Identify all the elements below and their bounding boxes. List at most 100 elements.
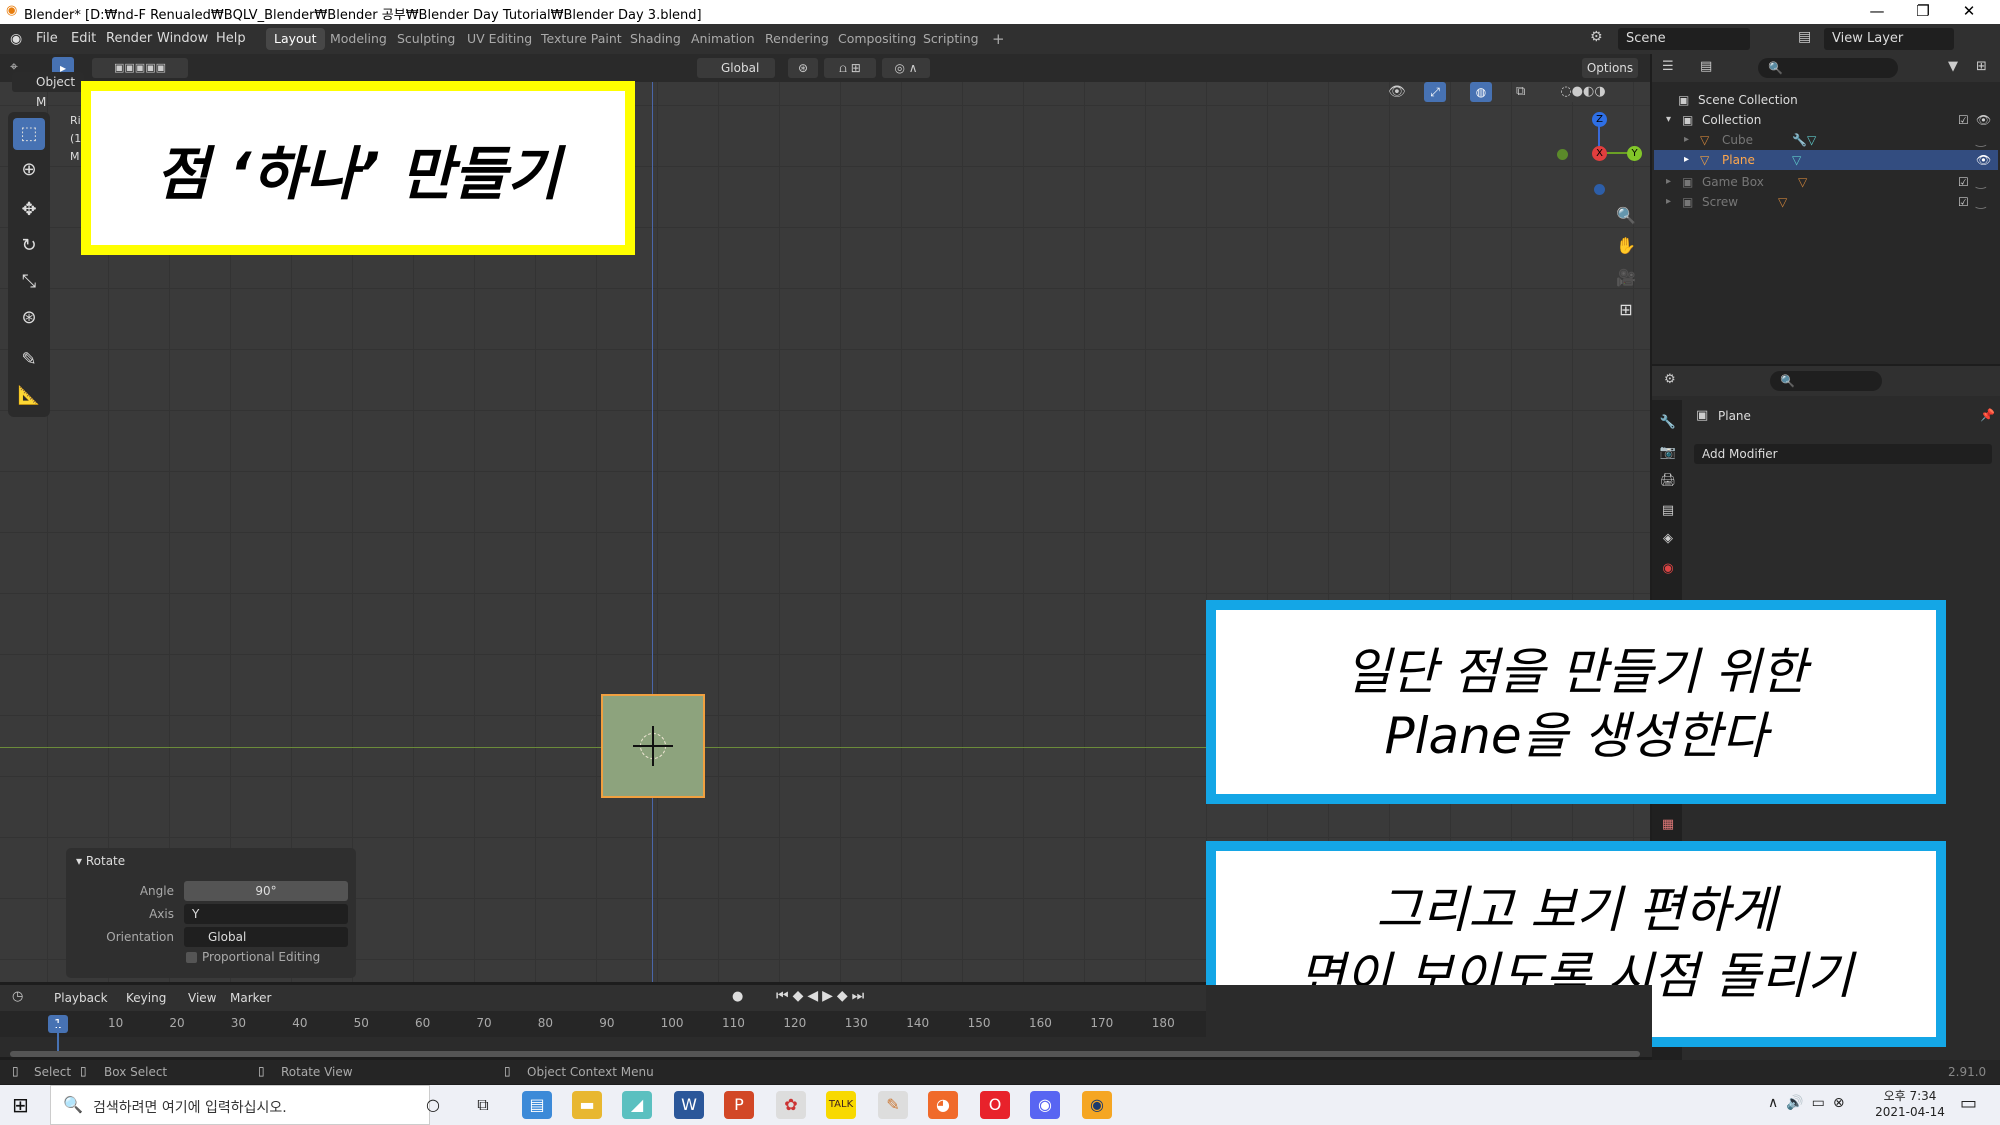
tab-rendering[interactable]: Rendering: [757, 28, 837, 50]
cortana-icon[interactable]: ○: [418, 1091, 448, 1119]
expand-arrow-icon[interactable]: ▸: [1684, 150, 1689, 170]
scene-tab-icon[interactable]: ◈: [1657, 528, 1679, 550]
paint-3d-icon[interactable]: ✎: [878, 1091, 908, 1119]
render-tab-icon[interactable]: 📷: [1657, 442, 1679, 464]
shading-mode-icons[interactable]: ◌●◐◑: [1544, 82, 1622, 102]
blender-taskbar-icon[interactable]: ◉: [1082, 1091, 1112, 1119]
timeline-ruler[interactable]: 1 10203040506070809010011012013014015016…: [0, 1011, 1206, 1037]
tab-texture-paint[interactable]: Texture Paint: [533, 28, 630, 50]
app-icon[interactable]: ◢: [622, 1091, 652, 1119]
screw-checkbox[interactable]: ☑: [1958, 192, 1969, 212]
view-layer-tab-icon[interactable]: ▤: [1657, 500, 1679, 522]
outliner-search-input[interactable]: 🔍: [1758, 58, 1898, 78]
gizmo-neg-z-icon[interactable]: [1594, 184, 1605, 195]
proportional-editing-icon[interactable]: ◎ ∧: [882, 58, 930, 78]
clock-time[interactable]: 오후 7:34: [1870, 1087, 1950, 1104]
overlay-toggle-icon[interactable]: ◍: [1470, 82, 1492, 102]
game-box-checkbox[interactable]: ☑: [1958, 172, 1969, 192]
minimize-button[interactable]: —: [1854, 0, 1900, 24]
task-view-icon[interactable]: ⧉: [468, 1091, 498, 1119]
playback-controls-icon[interactable]: ⏮◆◀▶◆⏭: [776, 988, 868, 1004]
outliner-row-scene-collection[interactable]: ▣ Scene Collection: [1652, 90, 2000, 110]
tab-animation[interactable]: Animation: [683, 28, 763, 50]
plane-object[interactable]: [601, 694, 705, 798]
expand-arrow-icon[interactable]: ▸: [1666, 172, 1671, 192]
transform-orientation-dropdown[interactable]: Global: [697, 58, 775, 78]
filter-icon[interactable]: ▼: [1948, 59, 1958, 74]
game-box-eye-icon[interactable]: ‿: [1976, 172, 1986, 192]
gizmo-y-icon[interactable]: Y: [1627, 146, 1642, 161]
outliner-row-cube[interactable]: ▸ ▽ Cube 🔧▽ ‿: [1652, 130, 2000, 150]
outliner-editor-icon[interactable]: ☰: [1662, 59, 1674, 74]
add-workspace-button[interactable]: +: [984, 28, 1013, 50]
app-icon[interactable]: ▤: [522, 1091, 552, 1119]
gizmo-x-icon[interactable]: X: [1592, 146, 1607, 161]
timeline-scrollbar[interactable]: [10, 1051, 1640, 1057]
system-tray-icons[interactable]: ∧🔊▭⊗: [1768, 1095, 1853, 1111]
axis-dropdown[interactable]: Y: [184, 904, 348, 924]
collection-checkbox[interactable]: ☑: [1958, 110, 1969, 130]
outliner-row-screw[interactable]: ▸ ▣ Screw ▽ ☑ ‿: [1652, 192, 2000, 212]
tab-layout[interactable]: Layout: [266, 28, 325, 50]
select-box-icon[interactable]: ⬚: [13, 118, 45, 150]
gizmo-toggle-icon[interactable]: ⤢: [1424, 82, 1446, 102]
opera-icon[interactable]: O: [980, 1091, 1010, 1119]
file-explorer-icon[interactable]: ▬: [572, 1091, 602, 1119]
tab-scripting[interactable]: Scripting: [915, 28, 987, 50]
pivot-point-icon[interactable]: ⊛: [788, 58, 818, 78]
move-tool-icon[interactable]: ✥: [13, 194, 45, 226]
expand-arrow-icon[interactable]: ▸: [1684, 130, 1689, 150]
tab-shading[interactable]: Shading: [622, 28, 689, 50]
scale-tool-icon[interactable]: ⤡: [13, 266, 45, 298]
blender-menu-icon[interactable]: ◉: [10, 31, 22, 47]
world-tab-icon[interactable]: ◉: [1657, 558, 1679, 580]
menu-help[interactable]: Help: [216, 31, 246, 46]
playback-menu[interactable]: Playback: [54, 991, 108, 1005]
menu-window[interactable]: Window: [157, 31, 208, 46]
tab-modeling[interactable]: Modeling: [322, 28, 395, 50]
outliner-row-plane[interactable]: ▸ ▽ Plane ▽ 👁: [1654, 150, 1998, 170]
taskbar-search-box[interactable]: 🔍 검색하려면 여기에 입력하십시오.: [50, 1085, 430, 1125]
options-dropdown[interactable]: Options: [1582, 58, 1638, 78]
timeline-editor-icon[interactable]: ◷: [12, 989, 23, 1004]
menu-edit[interactable]: Edit: [71, 31, 96, 46]
expand-arrow-icon[interactable]: ▾: [1666, 110, 1671, 130]
zoom-icon[interactable]: 🔍: [1612, 202, 1640, 230]
ortho-grid-icon[interactable]: ⊞: [1612, 296, 1640, 324]
measure-tool-icon[interactable]: 📐: [13, 380, 45, 412]
gizmo-neg-y-icon[interactable]: [1557, 149, 1568, 160]
notification-icon[interactable]: ▭: [1960, 1093, 1977, 1114]
plane-eye-icon[interactable]: 👁: [1976, 150, 1991, 170]
menu-render[interactable]: Render: [106, 31, 152, 46]
xray-icon[interactable]: ⧉: [1516, 84, 1525, 99]
navigation-gizmo[interactable]: Z X Y: [1555, 112, 1655, 212]
tool-tab-icon[interactable]: 🔧: [1657, 412, 1679, 434]
transform-tool-icon[interactable]: ⊛: [13, 302, 45, 334]
mode-dropdown[interactable]: Object M: [12, 72, 84, 109]
snap-icon[interactable]: ⩍ ⊞: [824, 58, 876, 78]
record-icon[interactable]: ●: [732, 989, 743, 1004]
kakaotalk-icon[interactable]: TALK: [826, 1091, 856, 1119]
properties-search-input[interactable]: 🔍: [1770, 371, 1882, 391]
pin-icon[interactable]: 📌: [1980, 408, 1995, 422]
close-button[interactable]: ✕: [1946, 0, 1992, 24]
collection-eye-icon[interactable]: 👁: [1976, 110, 1991, 130]
tab-compositing[interactable]: Compositing: [830, 28, 924, 50]
output-tab-icon[interactable]: 🖨: [1657, 470, 1679, 492]
texture-tab-icon[interactable]: ▦: [1657, 814, 1679, 836]
outliner-row-collection[interactable]: ▾ ▣ Collection ☑ 👁: [1652, 110, 2000, 130]
clock-date[interactable]: 2021-04-14: [1862, 1105, 1958, 1119]
camera-icon[interactable]: 🎥: [1612, 264, 1640, 292]
outliner-row-game-box[interactable]: ▸ ▣ Game Box ▽ ☑ ‿: [1652, 172, 2000, 192]
restore-button[interactable]: ❐: [1900, 0, 1946, 24]
keying-menu[interactable]: Keying: [126, 991, 166, 1005]
gizmo-z-icon[interactable]: Z: [1592, 112, 1607, 127]
rotate-panel-title[interactable]: ▾ Rotate: [76, 854, 125, 868]
screw-eye-icon[interactable]: ‿: [1976, 192, 1986, 212]
paint-icon[interactable]: ✿: [776, 1091, 806, 1119]
firefox-icon[interactable]: ◕: [928, 1091, 958, 1119]
word-icon[interactable]: W: [674, 1091, 704, 1119]
add-modifier-dropdown[interactable]: Add Modifier: [1694, 444, 1992, 464]
view-layer-selector[interactable]: View Layer: [1824, 28, 1954, 50]
angle-field[interactable]: 90°: [184, 881, 348, 901]
